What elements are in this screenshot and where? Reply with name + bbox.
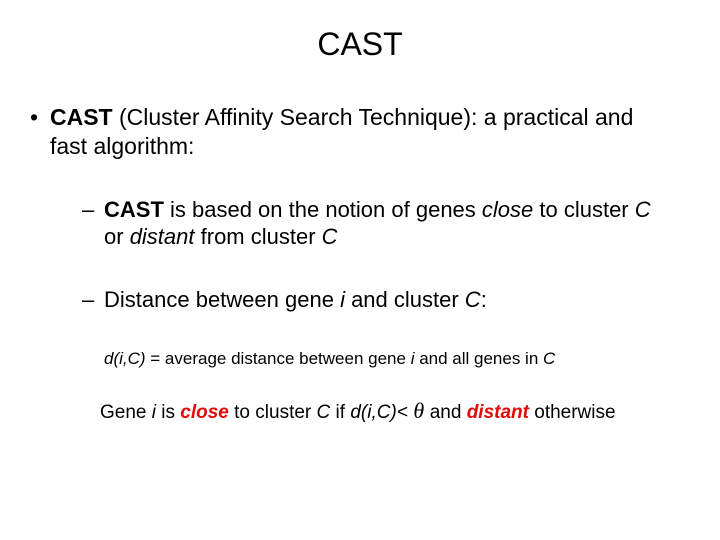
slide: CAST CAST (Cluster Affinity Search Techn… bbox=[0, 0, 720, 540]
indent-t2: and all genes in bbox=[414, 349, 543, 368]
footer-c: C bbox=[317, 402, 331, 423]
sub-1-t2: to cluster bbox=[533, 197, 634, 222]
sub-1-bold: CAST bbox=[104, 197, 164, 222]
footer-dic: d(i,C) bbox=[350, 402, 396, 423]
footer-close: close bbox=[180, 402, 229, 423]
footer-distant: distant bbox=[467, 402, 529, 423]
indent-dic: d(i,C) bbox=[104, 349, 146, 368]
footer-t5: and bbox=[430, 402, 467, 423]
footer-t6: otherwise bbox=[529, 402, 616, 423]
footer-lt: < bbox=[397, 402, 408, 423]
indent-c: C bbox=[543, 349, 555, 368]
footer-line: Gene i is close to cluster C if d(i,C)< … bbox=[50, 397, 670, 425]
sub-2: Distance between gene i and cluster C: bbox=[82, 286, 670, 314]
indent-t1: = average distance between gene bbox=[146, 349, 411, 368]
sub-1-c2: C bbox=[322, 224, 338, 249]
sub-2-t1: Distance between gene bbox=[104, 287, 340, 312]
sub-1: CAST is based on the notion of genes clo… bbox=[82, 196, 670, 251]
sub-1-c1: C bbox=[635, 197, 651, 222]
footer-t2: is bbox=[156, 402, 180, 423]
bullet-1-text: (Cluster Affinity Search Technique): a p… bbox=[50, 104, 633, 159]
sub-1-t1: is based on the notion of genes bbox=[164, 197, 482, 222]
main-list: CAST (Cluster Affinity Search Technique)… bbox=[0, 103, 720, 425]
sub-list: CAST is based on the notion of genes clo… bbox=[50, 196, 670, 314]
sub-1-distant: distant bbox=[130, 224, 195, 249]
sub-2-colon: : bbox=[481, 287, 487, 312]
theta-symbol: θ bbox=[408, 398, 430, 423]
sub-2-t2: and cluster bbox=[345, 287, 465, 312]
bullet-1: CAST (Cluster Affinity Search Technique)… bbox=[30, 103, 720, 425]
sub-1-t4: from cluster bbox=[195, 224, 322, 249]
sub-1-t3: or bbox=[104, 224, 130, 249]
footer-t3: to cluster bbox=[229, 402, 317, 423]
bullet-1-bold: CAST bbox=[50, 104, 113, 130]
footer-t1: Gene bbox=[100, 402, 152, 423]
distance-definition: d(i,C) = average distance between gene i… bbox=[50, 348, 670, 369]
slide-title: CAST bbox=[0, 0, 720, 103]
sub-2-c: C bbox=[465, 287, 481, 312]
sub-1-close: close bbox=[482, 197, 533, 222]
footer-t4: if bbox=[330, 402, 350, 423]
